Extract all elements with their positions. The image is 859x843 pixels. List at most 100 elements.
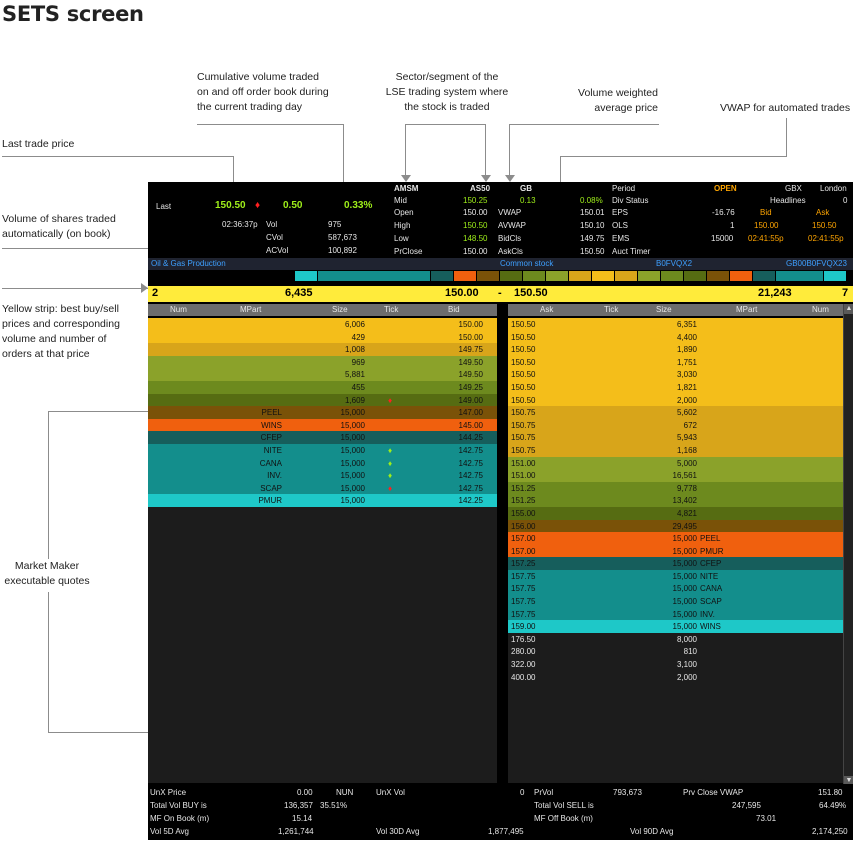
ask-row[interactable]: 157.75 15,000 SCAP (508, 595, 843, 608)
ask-time: 02:41:55p (808, 234, 844, 243)
leader-line (48, 411, 49, 559)
ask-row[interactable]: 156.00 29,495 (508, 519, 843, 533)
low-label: Low (394, 234, 409, 243)
ask-row[interactable]: 151.00 5,000 (508, 456, 843, 470)
bid-row[interactable]: NITE 15,000 ♦ 142.75 (148, 443, 497, 457)
order-size: 1,751 (676, 357, 697, 367)
ask-row[interactable]: 157.00 15,000 PEEL (508, 532, 843, 545)
ask-row[interactable]: 150.75 1,168 (508, 443, 843, 457)
col-ask[interactable]: Ask (540, 305, 553, 314)
ask-row[interactable]: 159.00 15,000 WINS (508, 620, 843, 633)
order-size: 29,495 (672, 521, 697, 531)
ols-label: OLS (612, 221, 629, 230)
leader-line (2, 288, 148, 289)
order-size: 4,821 (676, 508, 697, 518)
ask-row[interactable]: 157.75 15,000 NITE (508, 569, 843, 583)
ask-price: 157.75 (511, 571, 536, 581)
ask-row[interactable]: 151.25 13,402 (508, 494, 843, 507)
bid-row[interactable]: WINS 15,000 145.00 (148, 418, 497, 432)
bid-row[interactable]: CANA 15,000 ♦ 142.75 (148, 456, 497, 470)
ask-row[interactable]: 150.75 672 (508, 418, 843, 432)
bid-price: 142.75 (458, 471, 483, 481)
ask-row[interactable]: 155.00 4,821 (508, 506, 843, 520)
bid-row[interactable]: 1,609 ♦ 149.00 (148, 393, 497, 407)
depth-color-segment (454, 271, 476, 281)
bidcls-label: BidCls (498, 234, 522, 243)
bid-row[interactable]: PEEL 15,000 147.00 (148, 406, 497, 419)
order-size: 672 (683, 420, 697, 430)
col-mpart-ask[interactable]: MPart (736, 305, 757, 314)
ask-row[interactable]: 157.00 15,000 PMUR (508, 544, 843, 558)
acvol-value: 100,892 (328, 246, 357, 255)
ask-row[interactable]: 150.50 1,890 (508, 343, 843, 356)
ask-row[interactable]: 150.50 3,030 (508, 368, 843, 381)
col-mpart-bid[interactable]: MPart (240, 305, 261, 314)
ask-price: 151.25 (511, 483, 536, 493)
bid-row[interactable]: PMUR 15,000 142.25 (148, 494, 497, 507)
divstatus-label: Div Status (612, 196, 649, 205)
market-participant: CANA (259, 458, 282, 468)
annotation-cumulative-volume: Cumulative volume traded on and off orde… (197, 71, 329, 113)
ask-volume: 21,243 (758, 287, 792, 299)
leader-line (197, 124, 344, 125)
ask-row[interactable]: 150.50 1,751 (508, 355, 843, 369)
ask-row[interactable]: 150.75 5,602 (508, 406, 843, 419)
ask-row[interactable]: 151.25 9,778 (508, 481, 843, 495)
bid-row[interactable]: 6,006 150.00 (148, 318, 497, 331)
depth-color-segment (638, 271, 660, 281)
ask-row[interactable]: 150.75 5,943 (508, 431, 843, 444)
bid-row[interactable]: 1,008 149.75 (148, 343, 497, 356)
leader-line (509, 124, 659, 125)
bid-row[interactable]: 455 149.25 (148, 380, 497, 394)
vertical-scrollbar[interactable]: ▲ ▼ (843, 304, 853, 812)
col-num-ask[interactable]: Num (812, 305, 829, 314)
bid-row[interactable]: SCAP 15,000 ♦ 142.75 (148, 481, 497, 495)
bid-row[interactable]: 969 149.50 (148, 355, 497, 369)
bid-price: 149.50 (458, 357, 483, 367)
col-num-bid[interactable]: Num (170, 305, 187, 314)
col-tick-bid[interactable]: Tick (384, 305, 398, 314)
ask-price: 157.25 (511, 559, 536, 569)
bid-row[interactable]: 5,881 149.50 (148, 368, 497, 381)
bid-row[interactable]: 429 150.00 (148, 330, 497, 344)
order-size: 3,100 (676, 660, 697, 670)
market-participant: INV. (700, 609, 715, 619)
statistics-footer: UnX Price 0.00 NUN UnX Vol 0 PrVol 793,6… (148, 784, 853, 840)
bid-price: 142.75 (458, 458, 483, 468)
order-size: 16,561 (672, 471, 697, 481)
market-participant: PEEL (700, 534, 721, 544)
ask-row[interactable]: 157.25 15,000 CFEP (508, 557, 843, 570)
ask-row[interactable]: 150.50 1,821 (508, 380, 843, 394)
ems-value: 15000 (711, 234, 734, 243)
ask-price: 280.00 (511, 647, 536, 657)
headlines-label[interactable]: Headlines (770, 196, 806, 205)
col-bid[interactable]: Bid (448, 305, 460, 314)
tick-down-icon: ♦ (388, 483, 393, 493)
bid-row[interactable]: CFEP 15,000 144.25 (148, 431, 497, 444)
unx-price-label: UnX Price (150, 788, 187, 797)
col-size-ask[interactable]: Size (656, 305, 672, 314)
scroll-up-icon[interactable]: ▲ (844, 304, 853, 314)
bid-price: 150.00 (458, 320, 483, 329)
ask-row[interactable]: 151.00 16,561 (508, 469, 843, 482)
mf-on-book-value: 15.14 (292, 814, 313, 823)
ask-price: 176.50 (511, 634, 536, 644)
ask-row[interactable]: 157.75 15,000 CANA (508, 582, 843, 596)
col-size-bid[interactable]: Size (332, 305, 348, 314)
leader-line (485, 124, 486, 176)
ask-row[interactable]: 150.50 6,351 (508, 318, 843, 331)
ask-row[interactable]: 322.00 3,100 (508, 658, 843, 671)
order-size: 9,778 (676, 483, 697, 493)
ask-row[interactable]: 176.50 8,000 (508, 632, 843, 646)
ask-price: 150.50 (812, 221, 837, 230)
bid-row[interactable]: INV. 15,000 ♦ 142.75 (148, 469, 497, 482)
order-size: 15,000 (672, 584, 697, 594)
ask-row[interactable]: 157.75 15,000 INV. (508, 607, 843, 621)
col-tick-ask[interactable]: Tick (604, 305, 618, 314)
ask-row[interactable]: 280.00 810 (508, 645, 843, 659)
vol-value: 975 (328, 220, 342, 229)
ask-row[interactable]: 150.50 4,400 (508, 330, 843, 344)
ask-row[interactable]: 150.50 2,000 (508, 393, 843, 407)
vol-30d-label: Vol 30D Avg (376, 827, 420, 836)
ask-row[interactable]: 400.00 2,000 (508, 670, 843, 684)
